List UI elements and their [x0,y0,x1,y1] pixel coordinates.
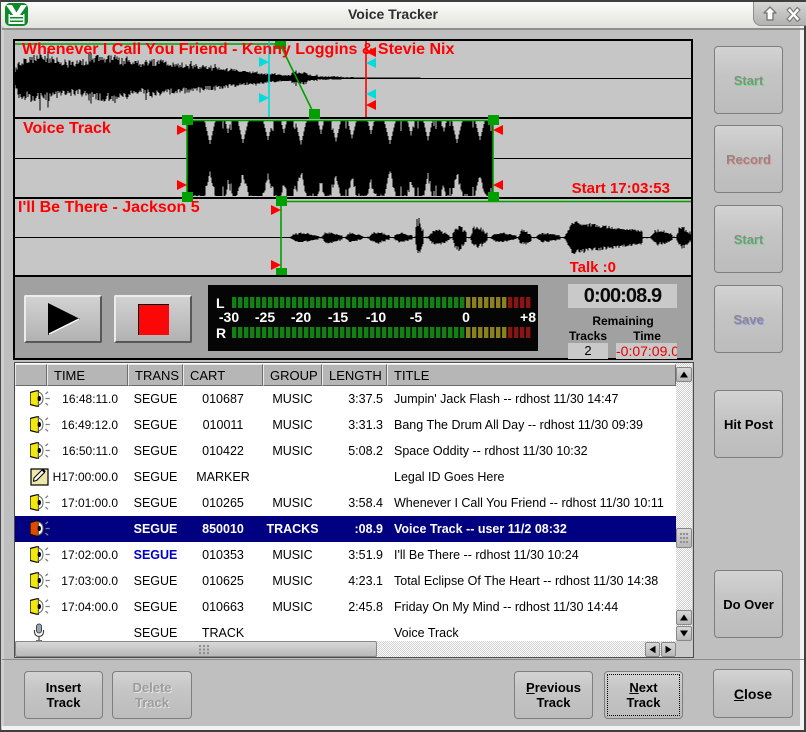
svg-text:-30: -30 [219,309,239,325]
svg-text:R: R [216,325,226,341]
svg-text:-5: -5 [410,309,423,325]
svg-text:-10: -10 [366,309,386,325]
svg-text:0: 0 [462,309,470,325]
svg-text:-15: -15 [328,309,348,325]
svg-text:-25: -25 [255,309,275,325]
svg-text:-20: -20 [291,309,311,325]
svg-text:+8: +8 [520,309,536,325]
